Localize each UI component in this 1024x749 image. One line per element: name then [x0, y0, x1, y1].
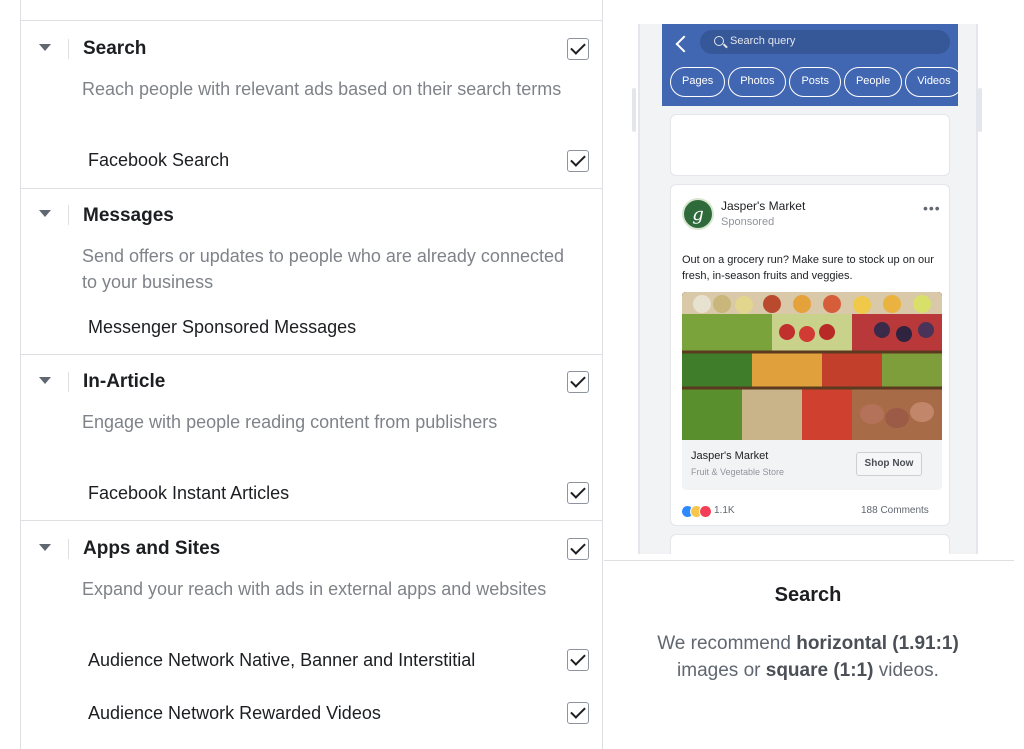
filter-chips: Pages Photos Posts People Videos	[670, 67, 958, 99]
search-input[interactable]: Search query	[700, 30, 950, 54]
section-apps-and-sites: Apps and Sites Expand your reach with ad…	[21, 521, 602, 749]
chip-videos[interactable]: Videos	[905, 67, 958, 97]
divider	[68, 205, 69, 225]
section-title: In-Article	[83, 371, 166, 392]
ad-preview-panel: Search query Pages Photos Posts People Video…	[604, 0, 1024, 749]
link-title: Jasper's Market	[691, 450, 769, 462]
next-result-card	[670, 534, 950, 554]
section-description: Reach people with relevant ads based on …	[82, 79, 562, 99]
search-icon	[714, 36, 724, 46]
placement-label: Audience Network Native, Banner and Inte…	[88, 650, 476, 670]
chevron-down-icon[interactable]	[39, 544, 51, 551]
placement-checkbox[interactable]	[567, 482, 589, 504]
section-description: Expand your reach with ads in external a…	[82, 579, 547, 599]
advertiser-name[interactable]: Jasper's Market	[721, 199, 805, 213]
link-preview[interactable]: Jasper's Market Fruit & Vegetable Store …	[682, 440, 942, 490]
section-description: Engage with people reading content from …	[82, 412, 498, 432]
section-description: Send offers or updates to people who are…	[82, 246, 565, 292]
placement-label: Messenger Sponsored Messages	[88, 317, 357, 337]
section-search: Search Reach people with relevant ads ba…	[21, 21, 602, 189]
section-title: Search	[83, 38, 147, 59]
comments-count[interactable]: 188 Comments	[861, 505, 929, 516]
placement-checkbox[interactable]	[567, 649, 589, 671]
placement-label: Audience Network Rewarded Videos	[88, 703, 381, 723]
recommendation-text: images or	[677, 660, 766, 681]
placement-checkbox[interactable]	[567, 150, 589, 172]
phone-button	[632, 88, 636, 132]
divider	[68, 539, 69, 559]
placement-recommendation: We recommend horizontal (1.91:1) images …	[644, 630, 972, 684]
reaction-count[interactable]: 1.1K	[714, 505, 735, 516]
advertiser-avatar[interactable]: g	[682, 198, 714, 230]
search-placeholder: Search query	[730, 35, 796, 47]
chip-people[interactable]: People	[843, 67, 903, 97]
more-options-icon[interactable]: •••	[923, 200, 941, 216]
back-arrow-icon[interactable]	[675, 35, 693, 53]
link-subtitle: Fruit & Vegetable Store	[691, 467, 785, 477]
placement-label: Facebook Search	[88, 150, 230, 170]
sponsored-label: Sponsored	[721, 216, 775, 228]
placement-title: Search	[774, 584, 842, 606]
section-messages: Messages Send offers or updates to peopl…	[21, 189, 602, 355]
divider	[604, 560, 1014, 561]
search-app-bar: Search query Pages Photos Posts People Video…	[662, 24, 958, 106]
post-image[interactable]	[682, 292, 942, 440]
divider	[68, 372, 69, 392]
post-text: Out on a grocery run? Make sure to stock…	[682, 254, 934, 282]
chip-posts[interactable]: Posts	[789, 67, 841, 97]
section-checkbox[interactable]	[567, 371, 589, 393]
vegetables-image	[682, 292, 942, 440]
recommendation-emphasis: square (1:1)	[765, 660, 874, 681]
chevron-down-icon[interactable]	[39, 377, 51, 384]
phone-mockup: Search query Pages Photos Posts People Video…	[638, 24, 978, 554]
divider	[68, 39, 69, 59]
chip-photos[interactable]: Photos	[728, 67, 787, 97]
section-title: Apps and Sites	[83, 538, 221, 559]
love-icon	[699, 505, 712, 518]
section-title: Messages	[83, 205, 174, 226]
chevron-down-icon[interactable]	[39, 44, 51, 51]
empty-result-card	[670, 114, 950, 176]
phone-button	[978, 88, 982, 132]
section-checkbox[interactable]	[567, 38, 589, 60]
shop-now-button[interactable]: Shop Now	[856, 452, 922, 476]
recommendation-emphasis: horizontal (1.91:1)	[796, 633, 959, 654]
recommendation-text: We recommend	[657, 633, 797, 654]
placement-label: Facebook Instant Articles	[88, 483, 290, 503]
chip-pages[interactable]: Pages	[670, 67, 726, 97]
sponsored-post: g Jasper's Market Sponsored ••• Out on a…	[670, 184, 950, 526]
placement-list: Search Reach people with relevant ads ba…	[20, 0, 603, 749]
section-checkbox[interactable]	[567, 538, 589, 560]
section-in-article: In-Article Engage with people reading co…	[21, 355, 602, 521]
placement-checkbox[interactable]	[567, 702, 589, 724]
chevron-down-icon[interactable]	[39, 210, 51, 217]
recommendation-text: videos.	[873, 660, 939, 681]
